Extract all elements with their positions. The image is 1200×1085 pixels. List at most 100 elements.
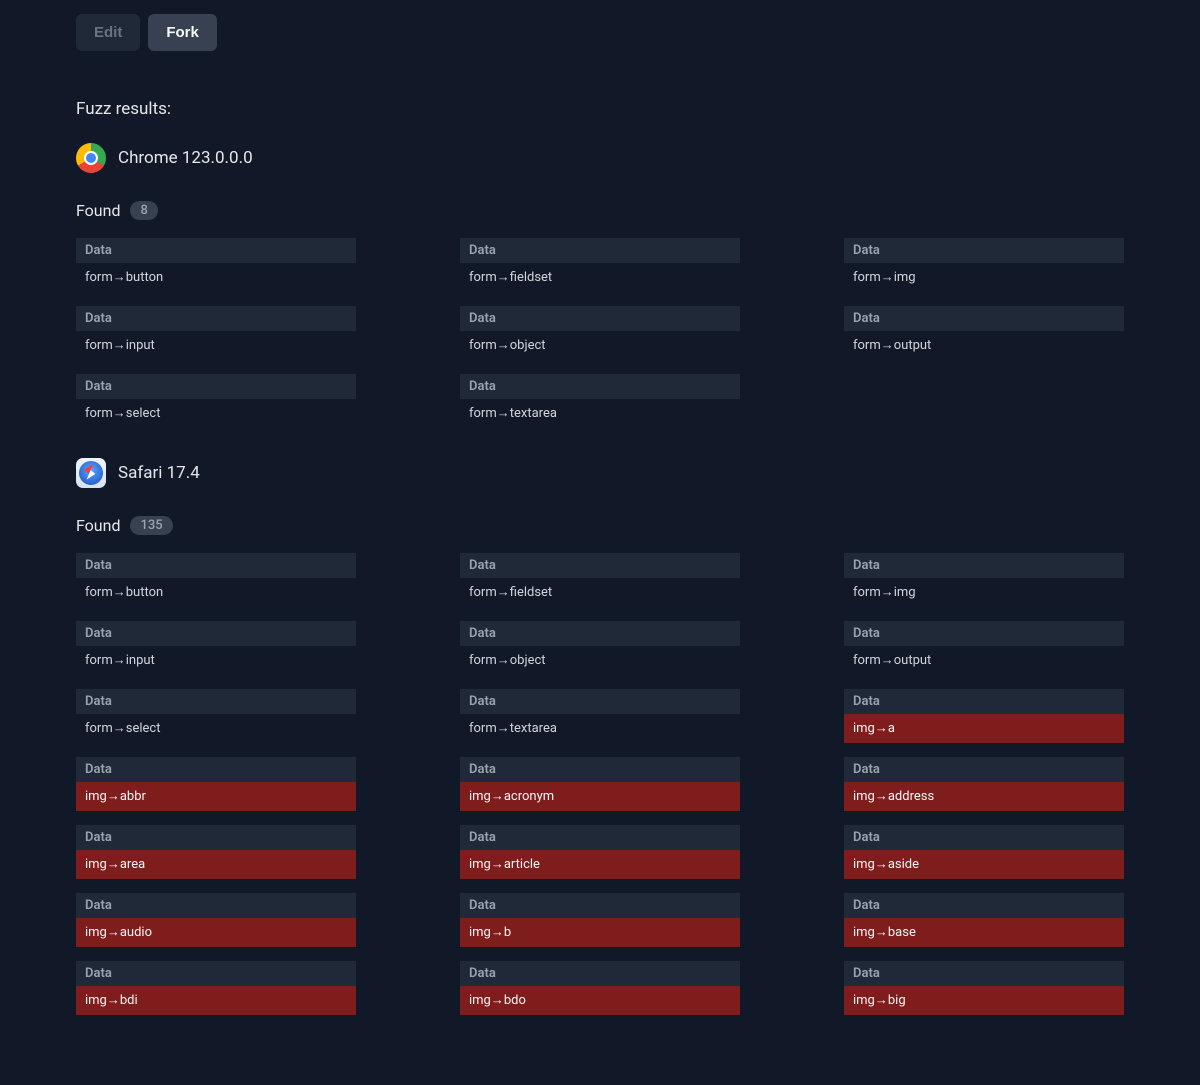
result-grid: Dataform→buttonDataform→fieldsetDataform… — [76, 553, 1124, 1015]
result-card[interactable]: Dataimg→bdi — [76, 961, 356, 1015]
result-card[interactable]: Dataform→object — [460, 306, 740, 360]
card-header: Data — [76, 238, 356, 263]
card-value: img→audio — [76, 918, 356, 947]
card-value: form→object — [460, 331, 740, 360]
card-value: form→img — [844, 263, 1124, 292]
card-value: img→address — [844, 782, 1124, 811]
card-header: Data — [76, 825, 356, 850]
result-card[interactable]: Dataimg→big — [844, 961, 1124, 1015]
chrome-icon — [76, 143, 106, 173]
card-header: Data — [844, 825, 1124, 850]
result-card[interactable]: Dataform→output — [844, 621, 1124, 675]
card-header: Data — [76, 374, 356, 399]
card-header: Data — [844, 689, 1124, 714]
card-value: form→img — [844, 578, 1124, 607]
toolbar: Edit Fork — [76, 14, 1124, 51]
card-value: img→a — [844, 714, 1124, 743]
result-card[interactable]: Dataimg→audio — [76, 893, 356, 947]
card-value: form→output — [844, 646, 1124, 675]
card-value: form→object — [460, 646, 740, 675]
card-header: Data — [460, 238, 740, 263]
result-card[interactable]: Dataimg→base — [844, 893, 1124, 947]
result-card[interactable]: Dataform→select — [76, 374, 356, 428]
card-value: form→button — [76, 263, 356, 292]
fork-button[interactable]: Fork — [148, 14, 217, 51]
count-badge: 135 — [130, 516, 172, 535]
found-row: Found 8 — [76, 201, 1124, 220]
result-card[interactable]: Dataimg→address — [844, 757, 1124, 811]
card-header: Data — [76, 553, 356, 578]
card-value: form→textarea — [460, 714, 740, 743]
result-card[interactable]: Dataform→fieldset — [460, 553, 740, 607]
result-card[interactable]: Dataimg→b — [460, 893, 740, 947]
result-card[interactable]: Dataimg→aside — [844, 825, 1124, 879]
card-header: Data — [460, 553, 740, 578]
card-header: Data — [460, 893, 740, 918]
result-grid: Dataform→buttonDataform→fieldsetDataform… — [76, 238, 1124, 428]
card-header: Data — [76, 893, 356, 918]
card-header: Data — [460, 825, 740, 850]
result-card[interactable]: Dataform→img — [844, 238, 1124, 292]
card-value: img→base — [844, 918, 1124, 947]
card-value: img→bdo — [460, 986, 740, 1015]
browser-row: Safari 17.4 — [76, 458, 1124, 488]
card-header: Data — [460, 306, 740, 331]
card-value: img→bdi — [76, 986, 356, 1015]
card-value: img→aside — [844, 850, 1124, 879]
browser-name: Chrome 123.0.0.0 — [118, 148, 253, 168]
count-badge: 8 — [130, 201, 157, 220]
result-card[interactable]: Dataform→input — [76, 306, 356, 360]
card-value: form→input — [76, 646, 356, 675]
card-header: Data — [460, 757, 740, 782]
card-header: Data — [460, 374, 740, 399]
card-header: Data — [844, 306, 1124, 331]
edit-button[interactable]: Edit — [76, 14, 140, 51]
result-card[interactable]: Dataform→textarea — [460, 374, 740, 428]
card-header: Data — [76, 306, 356, 331]
section-title: Fuzz results: — [76, 99, 1124, 119]
result-card[interactable]: Dataform→input — [76, 621, 356, 675]
result-card[interactable]: Dataimg→bdo — [460, 961, 740, 1015]
card-value: form→select — [76, 399, 356, 428]
card-value: img→acronym — [460, 782, 740, 811]
result-card[interactable]: Dataimg→abbr — [76, 757, 356, 811]
result-card[interactable]: Dataimg→article — [460, 825, 740, 879]
card-header: Data — [460, 689, 740, 714]
found-label: Found — [76, 201, 120, 220]
result-card[interactable]: Dataimg→a — [844, 689, 1124, 743]
browser-name: Safari 17.4 — [118, 463, 200, 483]
card-header: Data — [844, 553, 1124, 578]
card-header: Data — [844, 238, 1124, 263]
card-header: Data — [844, 621, 1124, 646]
card-header: Data — [76, 757, 356, 782]
card-value: img→abbr — [76, 782, 356, 811]
result-card[interactable]: Dataimg→area — [76, 825, 356, 879]
result-card[interactable]: Dataimg→acronym — [460, 757, 740, 811]
card-value: img→b — [460, 918, 740, 947]
card-header: Data — [460, 621, 740, 646]
card-header: Data — [76, 689, 356, 714]
card-value: form→output — [844, 331, 1124, 360]
result-card[interactable]: Dataform→textarea — [460, 689, 740, 743]
card-header: Data — [844, 961, 1124, 986]
result-card[interactable]: Dataform→object — [460, 621, 740, 675]
result-card[interactable]: Dataform→output — [844, 306, 1124, 360]
result-card[interactable]: Dataform→img — [844, 553, 1124, 607]
card-value: form→fieldset — [460, 263, 740, 292]
card-value: form→input — [76, 331, 356, 360]
browser-row: Chrome 123.0.0.0 — [76, 143, 1124, 173]
card-value: form→button — [76, 578, 356, 607]
card-header: Data — [460, 961, 740, 986]
card-value: img→article — [460, 850, 740, 879]
card-header: Data — [844, 757, 1124, 782]
card-value: form→fieldset — [460, 578, 740, 607]
result-card[interactable]: Dataform→button — [76, 238, 356, 292]
card-value: form→textarea — [460, 399, 740, 428]
result-card[interactable]: Dataform→button — [76, 553, 356, 607]
card-value: form→select — [76, 714, 356, 743]
result-card[interactable]: Dataform→select — [76, 689, 356, 743]
card-header: Data — [76, 621, 356, 646]
card-value: img→area — [76, 850, 356, 879]
card-value: img→big — [844, 986, 1124, 1015]
result-card[interactable]: Dataform→fieldset — [460, 238, 740, 292]
